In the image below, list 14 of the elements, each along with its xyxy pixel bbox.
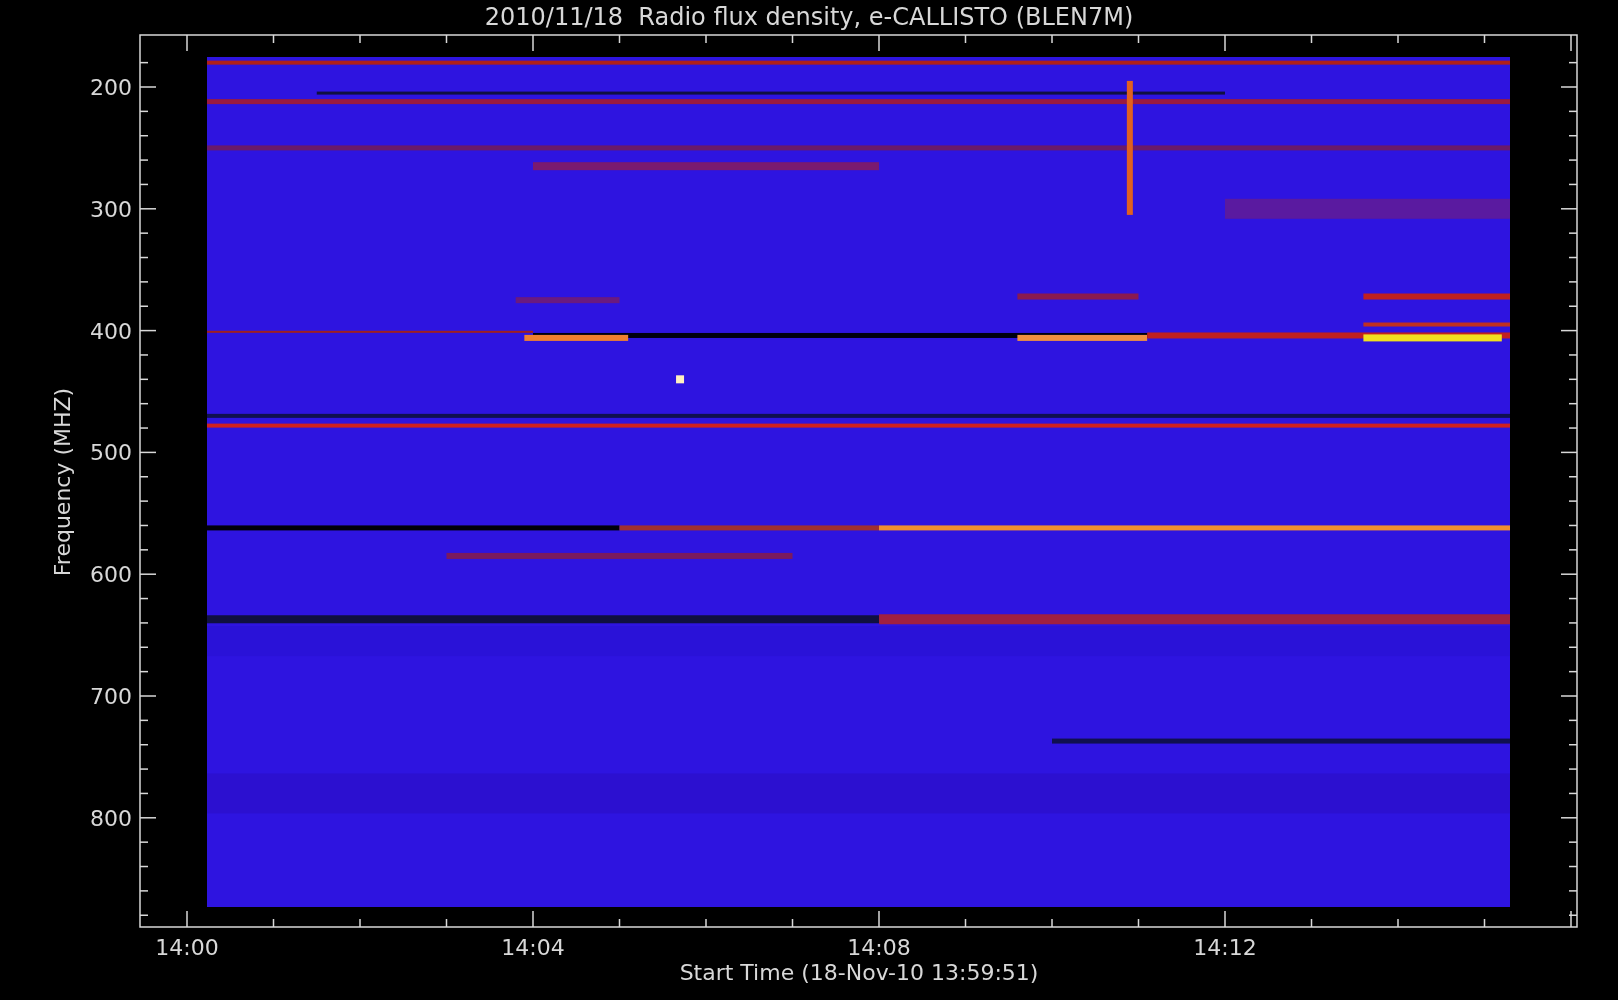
tick-label: 600 [90,562,132,588]
chart-title: 2010/11/18 Radio flux density, e-CALLISTO (BLEN7M) [484,3,1134,31]
tick-label: 800 [90,805,132,831]
tick-label: 500 [90,440,132,466]
axis-label: Start Time (18-Nov-10 13:59:51) [679,960,1039,985]
tick-label: 700 [90,684,132,709]
axis-label: Frequency (MHZ) [50,387,75,577]
tick-label: 14:08 [847,935,911,960]
tick-label: 300 [90,196,132,222]
tick-label: 200 [90,75,132,100]
tick-label: 14:12 [1193,935,1257,960]
tick-label: 14:04 [501,935,565,960]
tick-label: 14:00 [155,935,219,960]
tick-label: 400 [90,318,132,344]
